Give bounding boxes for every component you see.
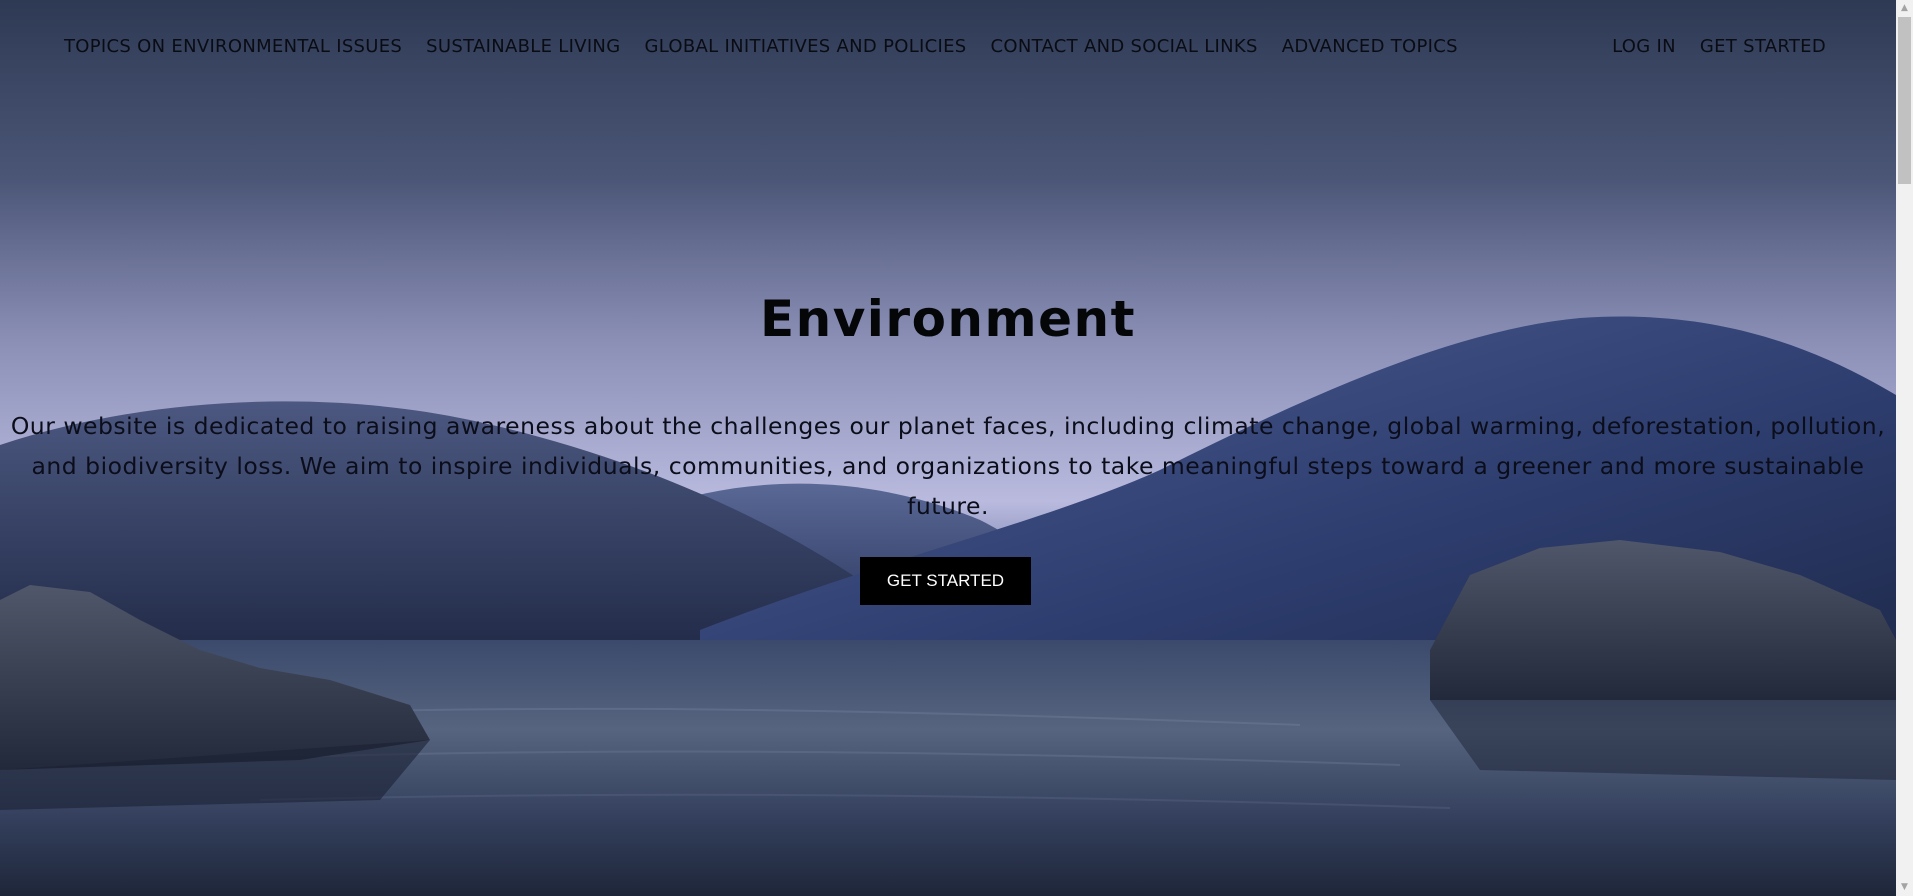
nav-link-contact-and-social-links[interactable]: CONTACT AND SOCIAL LINKS xyxy=(991,36,1258,57)
scroll-down-icon[interactable]: ▼ xyxy=(1896,879,1913,896)
page: TOPICS ON ENVIRONMENTAL ISSUES SUSTAINAB… xyxy=(0,0,1913,896)
nav-link-topics-on-environmental-issues[interactable]: TOPICS ON ENVIRONMENTAL ISSUES xyxy=(64,36,402,57)
nav-links: TOPICS ON ENVIRONMENTAL ISSUES SUSTAINAB… xyxy=(64,36,1458,57)
vertical-scrollbar[interactable]: ▲ ▼ xyxy=(1896,0,1913,896)
main-navigation: TOPICS ON ENVIRONMENTAL ISSUES SUSTAINAB… xyxy=(0,0,1896,95)
nav-get-started-link[interactable]: GET STARTED xyxy=(1700,36,1826,57)
nav-link-global-initiatives-and-policies[interactable]: GLOBAL INITIATIVES AND POLICIES xyxy=(644,36,966,57)
hero-description: Our website is dedicated to raising awar… xyxy=(10,412,1886,520)
nav-link-sustainable-living[interactable]: SUSTAINABLE LIVING xyxy=(426,36,620,57)
hero-title: Environment xyxy=(759,290,1137,348)
nav-account-links: LOG IN GET STARTED xyxy=(1612,36,1826,57)
hero-get-started-button[interactable]: GET STARTED xyxy=(860,557,1031,605)
login-link[interactable]: LOG IN xyxy=(1612,36,1676,57)
scrollbar-thumb[interactable] xyxy=(1898,17,1911,184)
scroll-up-icon[interactable]: ▲ xyxy=(1896,0,1913,17)
nav-link-advanced-topics[interactable]: ADVANCED TOPICS xyxy=(1282,36,1458,57)
